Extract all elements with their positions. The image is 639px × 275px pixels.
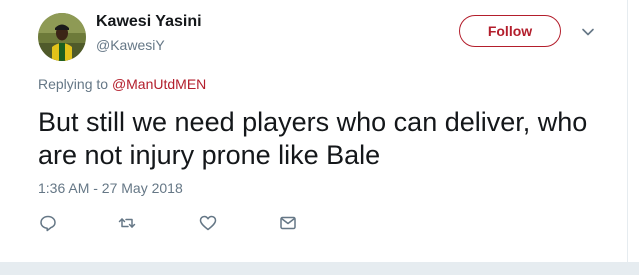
retweet-icon[interactable] [117, 213, 137, 233]
chevron-down-icon[interactable] [580, 24, 596, 40]
author-handle[interactable]: @KawesiY [96, 37, 165, 53]
avatar[interactable] [38, 13, 86, 61]
heart-icon[interactable] [198, 213, 218, 233]
bottom-divider [0, 262, 639, 275]
replying-to: Replying to @ManUtdMEN [38, 76, 206, 92]
tweet-text: But still we need players who can delive… [38, 107, 588, 170]
author-name[interactable]: Kawesi Yasini [96, 13, 202, 31]
envelope-icon[interactable] [278, 213, 298, 233]
replying-to-prefix: Replying to [38, 76, 112, 92]
follow-button[interactable]: Follow [459, 15, 561, 47]
tweet-card: Kawesi Yasini @KawesiY Follow Replying t… [0, 0, 628, 262]
tweet-timestamp[interactable]: 1:36 AM - 27 May 2018 [38, 180, 183, 196]
avatar-image [38, 13, 86, 61]
reply-icon[interactable] [38, 213, 58, 233]
replying-to-mention[interactable]: @ManUtdMEN [112, 76, 206, 92]
